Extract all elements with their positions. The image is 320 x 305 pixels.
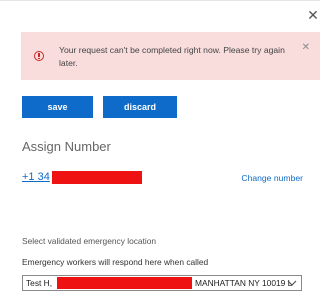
emergency-location-label: Select validated emergency location <box>22 236 157 246</box>
section-title: Assign Number <box>22 139 111 154</box>
error-message: Your request can't be completed right no… <box>59 45 285 68</box>
phone-number-link[interactable]: +1 34 <box>22 171 50 183</box>
emergency-location-select[interactable]: Test H, MANHATTAN NY 10019 L <box>22 275 302 291</box>
phone-number-row: +1 34 Change number <box>22 170 312 186</box>
dismiss-icon[interactable]: ✕ <box>302 42 310 53</box>
change-number-link[interactable]: Change number <box>241 173 303 183</box>
save-button[interactable]: save <box>22 96 93 118</box>
error-banner: Your request can't be completed right no… <box>21 32 320 80</box>
redacted-phone-block <box>52 171 142 184</box>
location-value-prefix: Test H, <box>26 278 53 288</box>
chevron-down-icon <box>287 280 297 286</box>
discard-button[interactable]: discard <box>103 96 177 118</box>
redacted-location-block <box>57 277 192 289</box>
close-icon[interactable]: ✕ <box>307 8 319 22</box>
error-circle-icon <box>34 51 44 61</box>
location-value-suffix: MANHATTAN NY 10019 L <box>195 278 293 288</box>
emergency-help-text: Emergency workers will respond here when… <box>22 257 209 267</box>
top-divider <box>0 0 320 1</box>
